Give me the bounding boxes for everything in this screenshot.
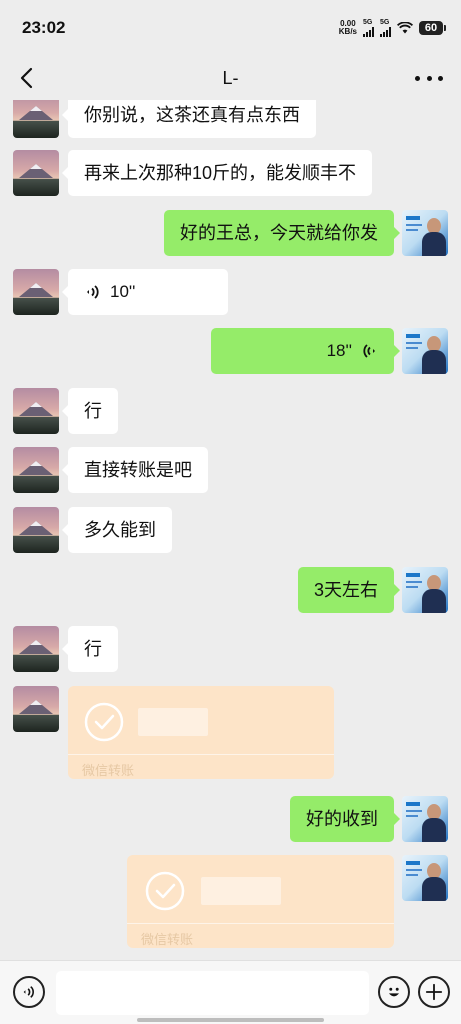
signal-sim2-icon: 5G [380, 19, 391, 37]
message-bubble[interactable]: 直接转账是吧 [62, 447, 208, 493]
contact-avatar[interactable] [13, 150, 59, 196]
my-avatar[interactable] [402, 328, 448, 374]
voice-message[interactable]: 18'' [211, 328, 400, 374]
transfer-caption: 微信转账 [141, 932, 194, 947]
network-speed: 0.00 KB/s [339, 20, 357, 36]
battery-icon: 60 [419, 21, 446, 35]
more-dots-icon[interactable] [415, 68, 443, 88]
voice-wave-icon [87, 285, 99, 299]
chat-message-list[interactable]: 你别说，这茶还真有点东西 再来上次那种10斤的，能发顺丰不 好的王总，今天就给你… [0, 100, 461, 960]
contact-avatar[interactable] [13, 100, 59, 138]
contact-avatar[interactable] [13, 507, 59, 553]
status-time: 23:02 [22, 18, 66, 37]
message-bubble[interactable]: 3天左右 [297, 567, 401, 613]
check-circle-icon [145, 871, 185, 911]
voice-wave-icon [363, 344, 375, 358]
chat-title[interactable]: L- [222, 68, 238, 89]
status-bar: 23:02 0.00 KB/s 5G 5G 60 [0, 0, 461, 56]
message-bubble[interactable]: 好的收到 [290, 796, 400, 842]
voice-duration: 10'' [110, 282, 136, 301]
message-bubble[interactable]: 行 [62, 626, 118, 672]
transfer-card[interactable]: 微信转账 [127, 855, 394, 948]
transfer-amount-blurred [138, 708, 208, 736]
contact-avatar[interactable] [13, 388, 59, 434]
voice-message[interactable]: 10'' [62, 269, 228, 315]
message-incoming: 微信转账 [0, 686, 461, 780]
contact-avatar[interactable] [13, 686, 59, 732]
message-outgoing: 好的王总，今天就给你发 [0, 210, 461, 256]
message-outgoing: 微信转账 [0, 855, 461, 949]
message-incoming: 你别说，这茶还真有点东西 [0, 100, 461, 138]
message-incoming: 直接转账是吧 [0, 447, 461, 493]
message-incoming: 行 [0, 388, 461, 434]
check-circle-icon [84, 702, 124, 742]
message-bubble[interactable]: 行 [62, 388, 118, 434]
message-bubble[interactable]: 再来上次那种10斤的，能发顺丰不 [61, 150, 373, 196]
message-incoming: 多久能到 [0, 507, 461, 553]
message-incoming: 行 [0, 626, 461, 672]
contact-avatar[interactable] [13, 269, 59, 315]
contact-avatar[interactable] [13, 447, 59, 493]
wifi-icon [397, 22, 413, 34]
status-icons: 0.00 KB/s 5G 5G 60 [339, 19, 446, 37]
my-avatar[interactable] [402, 796, 448, 842]
message-input[interactable] [56, 971, 369, 1015]
chat-header: L- [0, 56, 461, 100]
my-avatar[interactable] [402, 855, 448, 901]
voice-input-icon[interactable] [13, 976, 45, 1008]
transfer-card[interactable]: 微信转账 [68, 686, 334, 779]
contact-avatar[interactable] [13, 626, 59, 672]
network-speed-unit: KB/s [338, 27, 357, 36]
message-bubble[interactable]: 你别说，这茶还真有点东西 [62, 100, 316, 138]
plus-icon[interactable] [418, 976, 450, 1008]
message-bubble[interactable]: 多久能到 [62, 507, 172, 553]
message-outgoing: 3天左右 [0, 567, 461, 613]
chevron-left-icon[interactable] [14, 64, 42, 92]
sim2-label: 5G [380, 19, 390, 26]
my-avatar[interactable] [402, 567, 448, 613]
signal-sim1-icon: 5G [363, 19, 374, 37]
transfer-amount-blurred [201, 877, 281, 905]
voice-duration: 18'' [326, 341, 352, 360]
message-outgoing: 18'' [0, 328, 461, 374]
message-outgoing: 好的收到 [0, 796, 461, 842]
my-avatar[interactable] [402, 210, 448, 256]
transfer-caption: 微信转账 [82, 763, 135, 778]
battery-level: 60 [424, 22, 438, 34]
emoji-icon[interactable] [378, 976, 410, 1008]
home-indicator[interactable] [137, 1018, 324, 1022]
message-incoming: 10'' [0, 269, 461, 315]
message-bubble[interactable]: 好的王总，今天就给你发 [164, 210, 400, 256]
input-toolbar [0, 960, 461, 1024]
message-incoming: 再来上次那种10斤的，能发顺丰不 [0, 150, 461, 196]
sim1-label: 5G [363, 19, 373, 26]
